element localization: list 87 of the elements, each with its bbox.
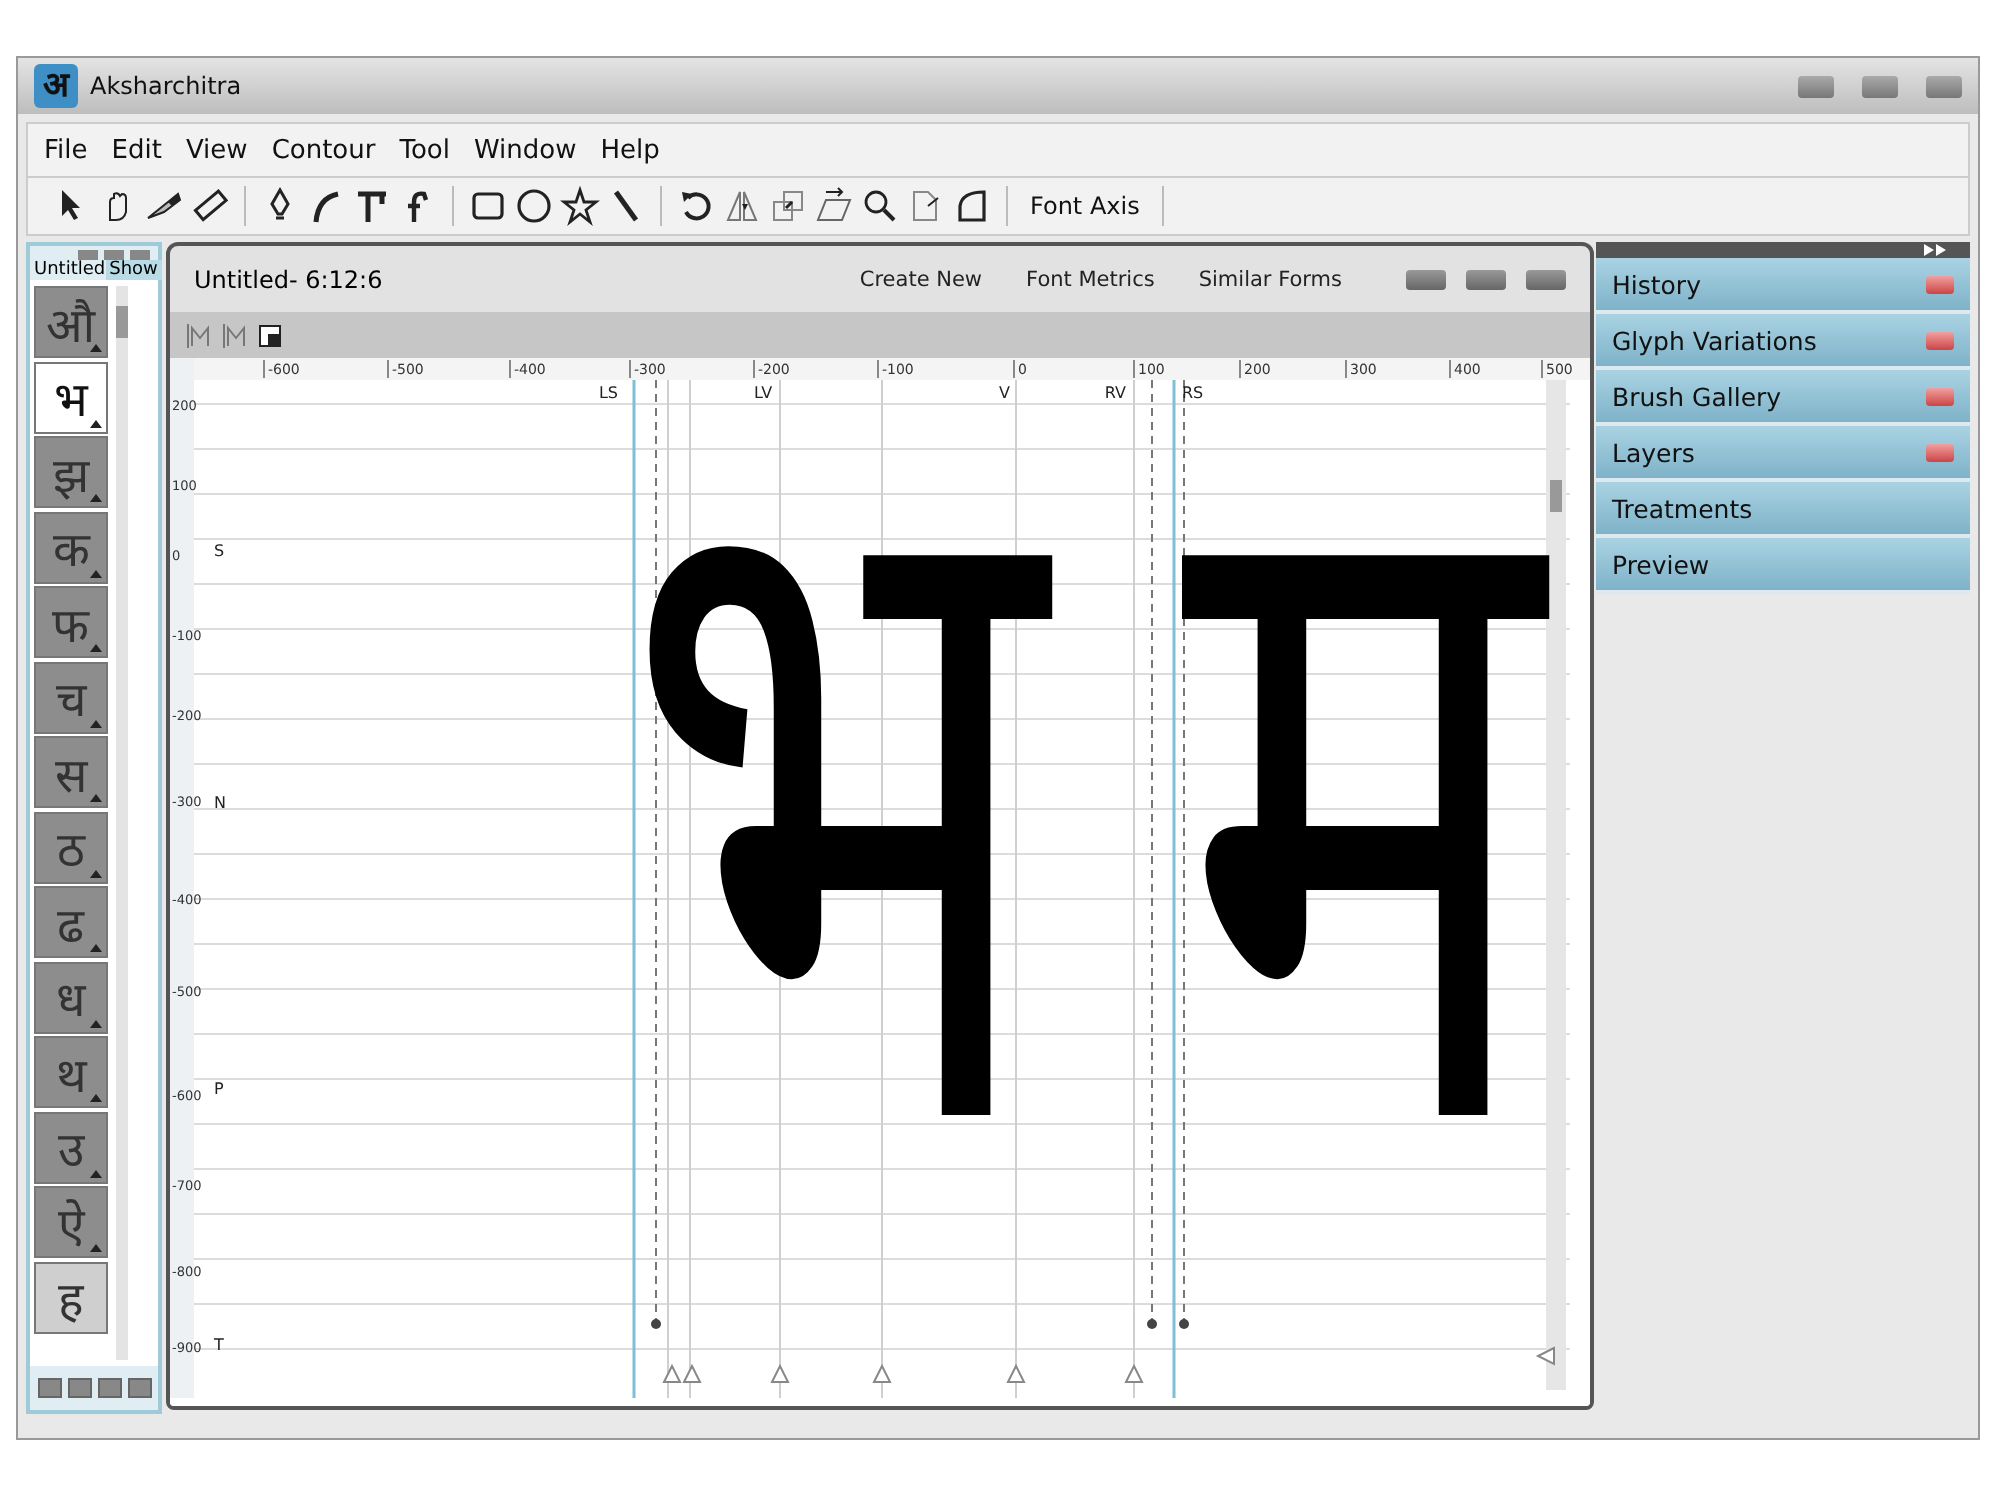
glyph-cell[interactable]: फ <box>34 586 108 658</box>
guide-label: RV <box>1104 384 1126 402</box>
document-action[interactable]: Create New <box>859 267 983 291</box>
triangle-marker[interactable] <box>662 1363 682 1383</box>
glyph-cell[interactable]: ठ <box>34 811 108 883</box>
metric-icon[interactable] <box>186 321 214 349</box>
panel-title: Preview <box>1612 549 1710 579</box>
glyph-cell[interactable]: ह <box>34 1261 108 1333</box>
guide-label: V <box>999 384 1010 402</box>
guide-label: LV <box>754 384 773 402</box>
rectangle-icon[interactable] <box>468 186 508 226</box>
palette-tool-icon[interactable] <box>37 1378 61 1398</box>
app-logo: अ <box>34 64 78 108</box>
close-button[interactable] <box>1926 443 1954 461</box>
panel-header[interactable]: Glyph Variations <box>1596 314 1970 370</box>
maximize-button[interactable] <box>1862 75 1898 97</box>
panel-header[interactable]: Layers <box>1596 426 1970 482</box>
window-title: Aksharchitra <box>90 72 244 100</box>
minimize-button[interactable] <box>1798 75 1834 97</box>
triangle-marker[interactable] <box>1535 1346 1555 1366</box>
glyph-cell[interactable]: ऐ <box>34 1186 108 1258</box>
glyph-cell[interactable]: ढ <box>34 886 108 958</box>
glyph-outline[interactable]: भ <box>598 494 1068 1118</box>
panel-title: Glyph Variations <box>1612 325 1817 355</box>
maximize-button[interactable] <box>1466 269 1506 289</box>
glyph-cell[interactable]: थ <box>34 1036 108 1108</box>
close-button[interactable] <box>1926 331 1954 349</box>
menu-item[interactable]: Edit <box>111 135 162 165</box>
panel-header[interactable]: History <box>1596 258 1970 314</box>
shape-icon[interactable] <box>952 186 992 226</box>
panel-title: Layers <box>1612 437 1695 467</box>
close-button[interactable] <box>1926 275 1954 293</box>
menu-item[interactable]: Help <box>600 135 660 165</box>
guide-label: P <box>214 1080 224 1098</box>
glyph-cell[interactable]: स <box>34 736 108 808</box>
zoom-icon[interactable] <box>860 186 900 226</box>
rotate-icon[interactable] <box>676 186 716 226</box>
document-action[interactable]: Similar Forms <box>1198 267 1342 291</box>
triangle-marker[interactable] <box>770 1363 790 1383</box>
panel-header[interactable]: Preview <box>1596 538 1970 594</box>
close-button[interactable] <box>1926 387 1954 405</box>
menu-item[interactable]: File <box>44 135 88 165</box>
close-button[interactable] <box>1526 269 1566 289</box>
guide-label: RS <box>1182 384 1204 402</box>
mirror-icon[interactable] <box>722 186 762 226</box>
glyph-cell[interactable]: च <box>34 661 108 733</box>
menu-item[interactable]: Window <box>473 135 577 165</box>
font-axis-button[interactable]: Font Axis <box>1022 192 1148 220</box>
panel-header[interactable]: Treatments <box>1596 482 1970 538</box>
glyph-cell[interactable]: उ <box>34 1111 108 1183</box>
document-action[interactable]: Font Metrics <box>1026 267 1155 291</box>
glyph-outline[interactable]: म <box>1158 494 1564 1118</box>
close-button[interactable] <box>1926 75 1962 97</box>
palette-tool-icon[interactable] <box>127 1378 151 1398</box>
minimize-button[interactable] <box>1406 269 1446 289</box>
guide-label: T <box>214 1336 224 1354</box>
layer-icon[interactable] <box>258 323 282 347</box>
guide-label: S <box>214 542 225 560</box>
skew-icon[interactable] <box>814 186 854 226</box>
panel-title: Treatments <box>1612 493 1753 523</box>
glyph-cell[interactable]: भ <box>34 361 108 433</box>
palette-tool-icon[interactable] <box>97 1378 121 1398</box>
triangle-marker[interactable] <box>1006 1363 1026 1383</box>
menu-item[interactable]: Tool <box>399 135 450 165</box>
panel-header[interactable]: Brush Gallery <box>1596 370 1970 426</box>
triangle-marker[interactable] <box>872 1363 892 1383</box>
triangle-marker[interactable] <box>682 1363 702 1383</box>
glyph-cell[interactable]: ध <box>34 961 108 1033</box>
panel-title: History <box>1612 269 1701 299</box>
show-button[interactable]: Show <box>105 260 162 280</box>
guide-label: N <box>214 794 226 812</box>
panel-title: Brush Gallery <box>1612 381 1782 411</box>
circle-icon[interactable] <box>514 186 554 226</box>
glyph-cell[interactable]: झ <box>34 436 108 508</box>
glyph-cell[interactable]: औ <box>34 286 108 358</box>
guide-marker[interactable] <box>1147 379 1157 1329</box>
guide-label: LS <box>598 384 618 402</box>
menu-item[interactable]: View <box>185 135 248 165</box>
palette-title: Untitled <box>34 260 106 280</box>
glyph-cell[interactable]: क <box>34 511 108 583</box>
ruler-icon[interactable] <box>190 186 230 226</box>
menu-item[interactable]: Contour <box>271 135 376 165</box>
palette-tool-icon[interactable] <box>67 1378 91 1398</box>
star-icon[interactable] <box>560 186 600 226</box>
document-title: Untitled- 6:12:6 <box>194 265 385 293</box>
triangle-marker[interactable] <box>1124 1363 1144 1383</box>
corner-icon[interactable] <box>352 186 392 226</box>
